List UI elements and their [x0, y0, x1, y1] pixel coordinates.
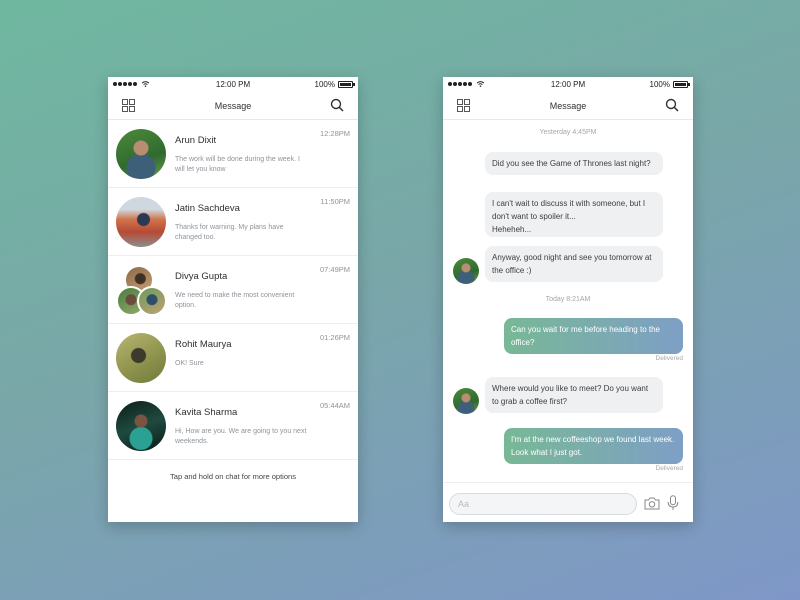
mic-icon[interactable] [667, 495, 679, 511]
status-bar: 12:00 PM 100% [443, 77, 693, 93]
contact-name: Rohit Maurya [175, 339, 232, 350]
avatar [116, 333, 166, 383]
battery-percent: 100% [649, 80, 670, 89]
delivery-status: Delivered [655, 465, 683, 472]
message-time: 05:44AM [319, 401, 350, 410]
battery-percent: 100% [314, 80, 335, 89]
contact-name: Jatin Sachdeva [175, 203, 240, 214]
status-bar: 12:00 PM 100% [108, 77, 358, 93]
search-icon[interactable] [330, 98, 344, 112]
avatar [453, 258, 479, 284]
message-thread: Yesterday 4:45PM Did you see the Game of… [443, 120, 693, 500]
message-time: 12:28PM [319, 129, 350, 138]
chat-item-divya[interactable]: Divya Gupta We need to make the most con… [108, 256, 358, 324]
chat-item-jatin[interactable]: Jatin Sachdeva Thanks for warning. My pl… [108, 188, 358, 256]
incoming-message[interactable]: Did you see the Game of Thrones last nig… [485, 152, 663, 175]
message-text: Heheheh... [492, 225, 532, 234]
incoming-message[interactable]: I can't wait to discuss it with someone,… [485, 192, 663, 237]
page-title: Message [214, 101, 252, 111]
group-avatar [116, 265, 168, 317]
avatar [137, 286, 167, 316]
contact-name: Divya Gupta [175, 271, 228, 282]
chat-list-screen: 12:00 PM 100% Message Arun Dixit The wor… [108, 77, 358, 522]
message-time: 11:50PM [320, 197, 350, 206]
message-preview: Thanks for warning. My plans have change… [175, 224, 284, 241]
message-preview: Hi, How are you. We are going to you nex… [175, 428, 307, 445]
message-text: I can't wait to discuss it with someone,… [492, 199, 646, 221]
chat-item-arun[interactable]: Arun Dixit The work will be done during … [108, 120, 358, 188]
chat-item-kavita[interactable]: Kavita Sharma Hi, How are you. We are go… [108, 392, 358, 460]
page-title: Message [549, 101, 587, 111]
message-time: 01:26PM [319, 333, 350, 342]
avatar [116, 401, 166, 451]
incoming-message[interactable]: Where would you like to meet? Do you wan… [485, 377, 663, 413]
chat-item-rohit[interactable]: Rohit Maurya OK! Sure 01:26PM [108, 324, 358, 392]
message-preview: The work will be done during the week. I… [175, 156, 300, 173]
battery-icon [673, 81, 690, 88]
battery-icon [338, 81, 355, 88]
day-separator: Yesterday 4:45PM [539, 129, 597, 136]
message-preview: We need to make the most convenient opti… [175, 292, 295, 309]
conversation-screen: 12:00 PM 100% Message Yesterday 4:45PM D… [443, 77, 693, 522]
message-time: 07:49PM [319, 265, 350, 274]
message-preview: OK! Sure [175, 360, 204, 367]
avatar [453, 388, 479, 414]
contact-name: Kavita Sharma [175, 407, 238, 418]
avatar [116, 129, 166, 179]
outgoing-message[interactable]: Can you wait for me before heading to th… [504, 318, 683, 354]
list-hint: Tap and hold on chat for more options [170, 472, 296, 481]
avatar [116, 197, 166, 247]
delivery-status: Delivered [655, 355, 683, 362]
nav-bar: Message [108, 93, 358, 120]
message-composer [443, 482, 693, 522]
contact-name: Arun Dixit [175, 135, 217, 146]
camera-icon[interactable] [644, 496, 660, 510]
message-input[interactable] [449, 493, 637, 515]
outgoing-message[interactable]: I'm at the new coffeeshop we found last … [504, 428, 683, 464]
nav-bar: Message [443, 93, 693, 120]
incoming-message[interactable]: Anyway, good night and see you tomorrow … [485, 246, 663, 282]
day-separator: Today 8:21AM [545, 296, 591, 303]
search-icon[interactable] [665, 98, 679, 112]
